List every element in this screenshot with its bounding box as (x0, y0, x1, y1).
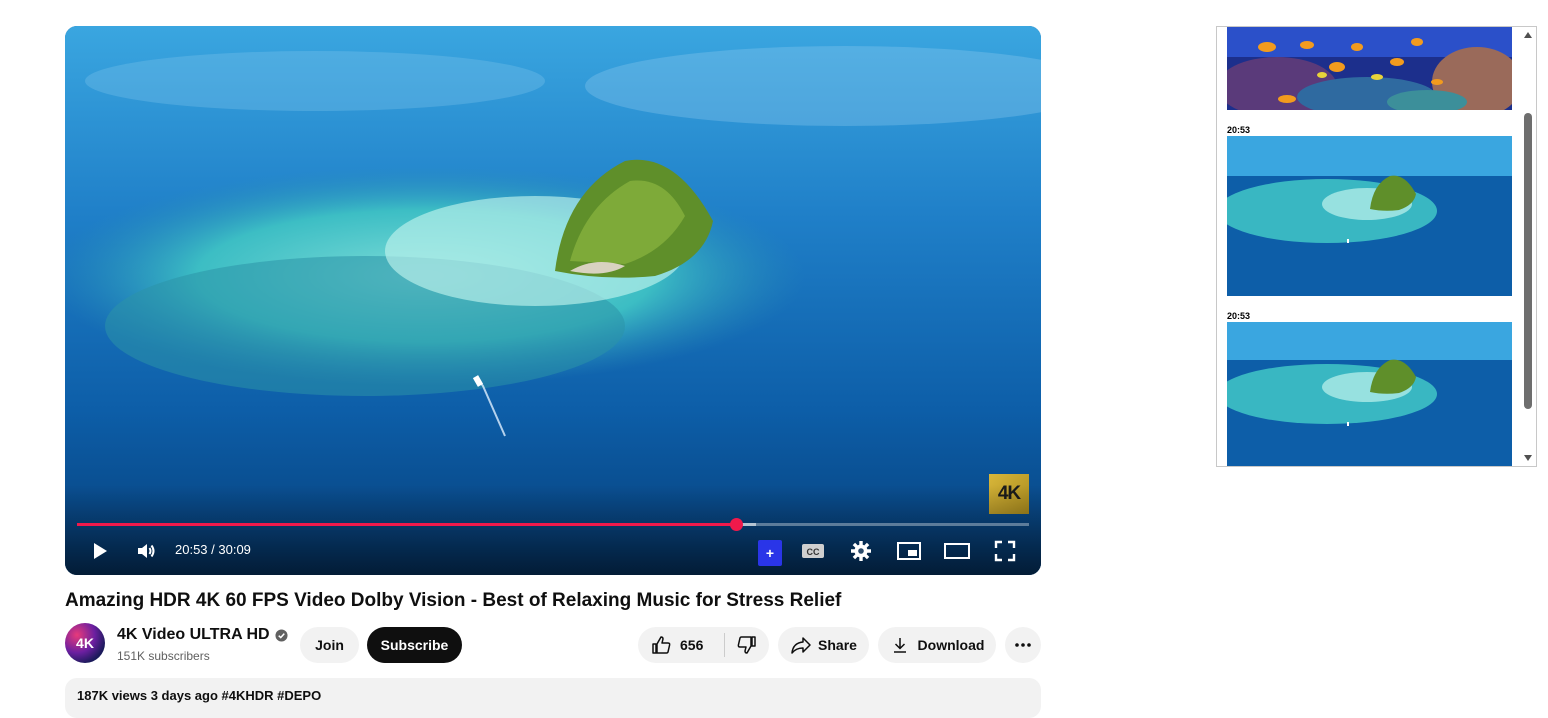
scroll-up-arrow-icon[interactable] (1524, 32, 1532, 38)
scroll-down-arrow-icon[interactable] (1524, 455, 1532, 461)
scrollbar-thumb[interactable] (1524, 113, 1532, 409)
share-label: Share (818, 637, 857, 653)
progress-played (77, 523, 737, 526)
verified-icon (275, 628, 288, 642)
join-button[interactable]: Join (300, 627, 359, 663)
video-player[interactable]: 4K 20:53 / 30:09 + CC (65, 26, 1041, 575)
gear-icon (851, 541, 871, 561)
subscriber-count: 151K subscribers (117, 649, 210, 663)
avatar[interactable]: 4K (65, 623, 105, 663)
coral-reef-thumbnail (1227, 27, 1512, 110)
thumbs-up-icon (652, 636, 671, 654)
channel-name: 4K Video ULTRA HD (117, 626, 270, 643)
volume-button[interactable] (133, 538, 159, 564)
side-panel-scrollbar[interactable] (1521, 27, 1536, 466)
description-snippet: 187K views 3 days ago #4KHDR #DEPO (77, 688, 322, 703)
time-display: 20:53 / 30:09 (175, 542, 251, 557)
progress-bar[interactable] (77, 518, 1029, 531)
theater-mode-button[interactable] (943, 538, 971, 564)
like-count: 656 (680, 637, 704, 653)
miniplayer-icon (897, 542, 921, 560)
theater-icon (944, 543, 970, 559)
description-box[interactable]: 187K views 3 days ago #4KHDR #DEPO (65, 678, 1041, 718)
share-button[interactable]: Share (778, 627, 869, 663)
more-horizontal-icon (1015, 643, 1031, 647)
island-thumbnail (1227, 136, 1512, 296)
volume-icon (138, 544, 155, 558)
thumbnail-timestamp: 20:53 (1227, 311, 1251, 321)
play-button[interactable] (87, 538, 113, 564)
thumbnail-timestamp: 20:53 (1227, 125, 1251, 135)
svg-text:CC: CC (807, 547, 820, 557)
subscribe-button[interactable]: Subscribe (367, 627, 462, 663)
captions-button[interactable]: CC (801, 538, 825, 564)
settings-button[interactable] (848, 538, 874, 564)
dislike-button[interactable] (725, 627, 769, 663)
thumbnail-card[interactable] (1227, 136, 1512, 296)
download-icon (893, 638, 906, 653)
fullscreen-button[interactable] (992, 538, 1018, 564)
thumbnail-side-panel[interactable]: 20:53 20:53 (1216, 26, 1537, 467)
share-icon (791, 637, 811, 654)
island-thumbnail (1227, 322, 1512, 466)
fullscreen-icon (994, 540, 1016, 562)
channel-name-link[interactable]: 4K Video ULTRA HD (117, 626, 288, 644)
like-dislike-group: 656 (638, 627, 769, 663)
thumbs-down-icon (737, 636, 756, 654)
video-title: Amazing HDR 4K 60 FPS Video Dolby Vision… (65, 590, 842, 611)
like-button[interactable]: 656 (638, 627, 724, 663)
download-button[interactable]: Download (878, 627, 996, 663)
miniplayer-button[interactable] (895, 538, 923, 564)
thumbnail-card[interactable] (1227, 27, 1512, 110)
add-extension-button[interactable]: + (758, 540, 782, 566)
cc-icon: CC (802, 544, 824, 558)
more-actions-button[interactable] (1005, 627, 1041, 663)
play-icon (94, 543, 107, 559)
thumbnail-card[interactable] (1227, 322, 1512, 466)
avatar-text: 4K (76, 635, 94, 651)
download-label: Download (917, 637, 985, 653)
